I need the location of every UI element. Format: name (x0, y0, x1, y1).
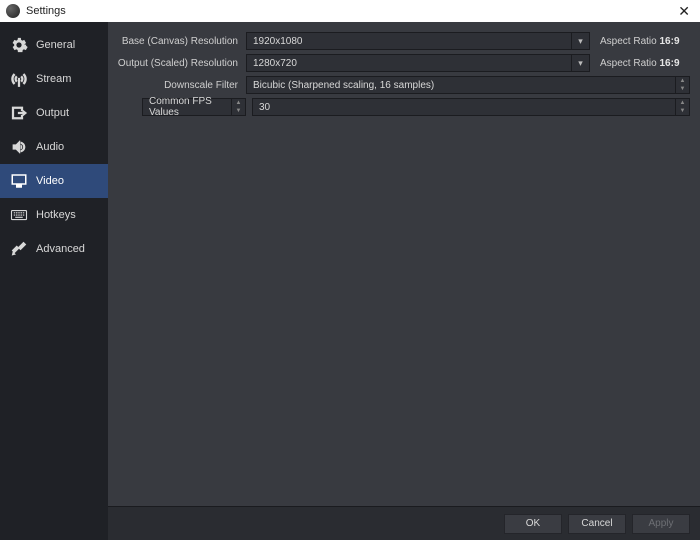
sidebar: General Stream Output Audio Video (0, 22, 108, 540)
base-aspect-ratio: Aspect Ratio 16:9 (596, 36, 690, 47)
sidebar-item-audio[interactable]: Audio (0, 130, 108, 164)
apply-button[interactable]: Apply (632, 514, 690, 534)
spinner-icon: ▲▼ (675, 99, 689, 115)
row-output-resolution: Output (Scaled) Resolution 1280x720 ▾ As… (112, 54, 690, 72)
base-resolution-dropdown[interactable]: 1920x1080 ▾ (246, 32, 590, 50)
fps-type-dropdown[interactable]: Common FPS Values ▲▼ (142, 98, 246, 116)
sidebar-item-video[interactable]: Video (0, 164, 108, 198)
base-resolution-value: 1920x1080 (253, 36, 303, 47)
speaker-icon (10, 138, 28, 156)
app-icon (6, 4, 20, 18)
window-title: Settings (26, 5, 674, 17)
output-resolution-dropdown[interactable]: 1280x720 ▾ (246, 54, 590, 72)
fps-value: 30 (259, 102, 270, 113)
label-downscale-filter: Downscale Filter (112, 80, 240, 91)
sidebar-item-label: Output (36, 107, 69, 119)
sidebar-item-output[interactable]: Output (0, 96, 108, 130)
chevron-down-icon: ▾ (571, 33, 589, 49)
label-base-resolution: Base (Canvas) Resolution (112, 36, 240, 47)
sidebar-item-label: General (36, 39, 75, 51)
row-fps: Common FPS Values ▲▼ 30 ▲▼ (112, 98, 690, 116)
close-button[interactable]: ✕ (674, 3, 694, 20)
video-settings-content: Base (Canvas) Resolution 1920x1080 ▾ Asp… (108, 22, 700, 506)
row-downscale-filter: Downscale Filter Bicubic (Sharpened scal… (112, 76, 690, 94)
output-icon (10, 104, 28, 122)
sidebar-item-label: Hotkeys (36, 209, 76, 221)
sidebar-item-advanced[interactable]: Advanced (0, 232, 108, 266)
sidebar-item-label: Advanced (36, 243, 85, 255)
row-base-resolution: Base (Canvas) Resolution 1920x1080 ▾ Asp… (112, 32, 690, 50)
main-panel: Base (Canvas) Resolution 1920x1080 ▾ Asp… (108, 22, 700, 540)
fps-value-dropdown[interactable]: 30 ▲▼ (252, 98, 690, 116)
chevron-down-icon: ▾ (571, 55, 589, 71)
spinner-icon: ▲▼ (231, 99, 245, 115)
cancel-button[interactable]: Cancel (568, 514, 626, 534)
sidebar-item-label: Audio (36, 141, 64, 153)
spinner-icon: ▲▼ (675, 77, 689, 93)
downscale-filter-value: Bicubic (Sharpened scaling, 16 samples) (253, 80, 434, 91)
tools-icon (10, 240, 28, 258)
sidebar-item-label: Stream (36, 73, 71, 85)
footer: OK Cancel Apply (108, 506, 700, 540)
monitor-icon (10, 172, 28, 190)
sidebar-item-hotkeys[interactable]: Hotkeys (0, 198, 108, 232)
ok-button[interactable]: OK (504, 514, 562, 534)
label-output-resolution: Output (Scaled) Resolution (112, 58, 240, 69)
fps-type-value: Common FPS Values (149, 96, 239, 118)
sidebar-item-label: Video (36, 175, 64, 187)
antenna-icon (10, 70, 28, 88)
output-aspect-ratio: Aspect Ratio 16:9 (596, 58, 690, 69)
window-body: General Stream Output Audio Video (0, 22, 700, 540)
gear-icon (10, 36, 28, 54)
keyboard-icon (10, 206, 28, 224)
output-resolution-value: 1280x720 (253, 58, 297, 69)
sidebar-item-stream[interactable]: Stream (0, 62, 108, 96)
titlebar: Settings ✕ (0, 0, 700, 22)
sidebar-item-general[interactable]: General (0, 28, 108, 62)
downscale-filter-dropdown[interactable]: Bicubic (Sharpened scaling, 16 samples) … (246, 76, 690, 94)
